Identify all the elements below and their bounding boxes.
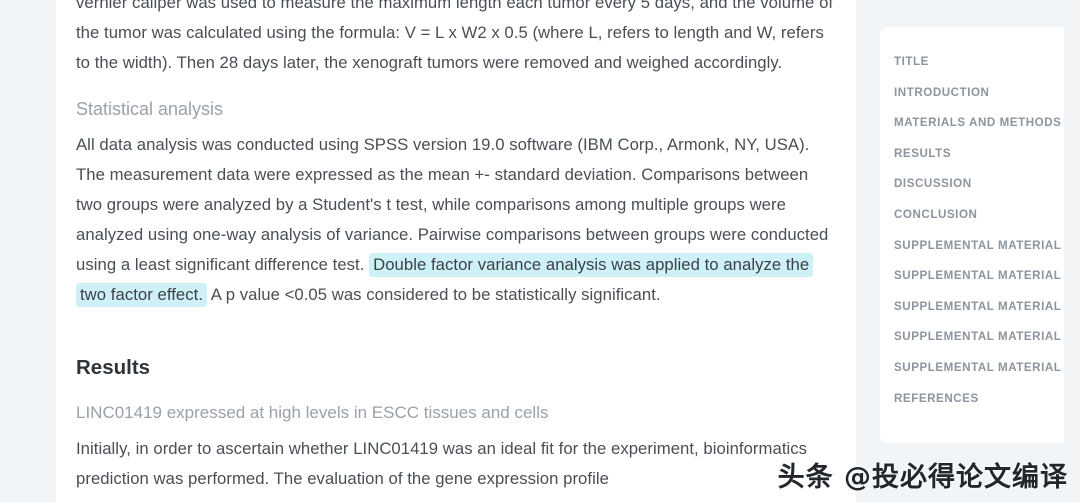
sidebar-item-introduction[interactable]: INTRODUCTION — [894, 86, 1064, 100]
sidebar-item-conclusion[interactable]: CONCLUSION — [894, 208, 1064, 222]
sidebar-item-supplemental-material-2[interactable]: SUPPLEMENTAL MATERIAL — [894, 269, 1064, 283]
sidebar-item-results[interactable]: RESULTS — [894, 147, 1064, 161]
sidebar-item-references[interactable]: REFERENCES — [894, 392, 1064, 406]
sidebar-item-title[interactable]: TITLE — [894, 55, 1064, 69]
article-content-panel: vernier caliper was used to measure the … — [56, 0, 856, 502]
results-paragraph: Initially, in order to ascertain whether… — [76, 439, 808, 488]
document-viewer-page: vernier caliper was used to measure the … — [0, 0, 1080, 502]
middle-gutter — [856, 0, 880, 502]
statistical-text-after-highlight: A p value <0.05 was considered to be sta… — [207, 285, 661, 304]
results-subheading: LINC01419 expressed at high levels in ES… — [76, 403, 549, 422]
article-inner: vernier caliper was used to measure the … — [76, 0, 834, 494]
sidebar-item-supplemental-material-3[interactable]: SUPPLEMENTAL MATERIAL — [894, 300, 1064, 314]
sidebar-item-discussion[interactable]: DISCUSSION — [894, 177, 1064, 191]
sidebar-wrapper: TITLE INTRODUCTION MATERIALS AND METHODS… — [880, 0, 1080, 502]
methods-paragraph: vernier caliper was used to measure the … — [76, 0, 834, 72]
results-section-heading: Results — [76, 356, 151, 379]
left-gutter — [0, 0, 56, 502]
section-navigation-card: TITLE INTRODUCTION MATERIALS AND METHODS… — [880, 27, 1064, 443]
sidebar-item-supplemental-material-1[interactable]: SUPPLEMENTAL MATERIAL — [894, 239, 1064, 253]
statistical-analysis-paragraph: All data analysis was conducted using SP… — [76, 130, 834, 310]
statistical-analysis-heading: Statistical analysis — [76, 99, 224, 119]
sidebar-item-materials-and-methods[interactable]: MATERIALS AND METHODS — [894, 116, 1064, 130]
sidebar-item-supplemental-material-5[interactable]: SUPPLEMENTAL MATERIAL — [894, 361, 1064, 375]
sidebar-item-supplemental-material-4[interactable]: SUPPLEMENTAL MATERIAL — [894, 330, 1064, 344]
